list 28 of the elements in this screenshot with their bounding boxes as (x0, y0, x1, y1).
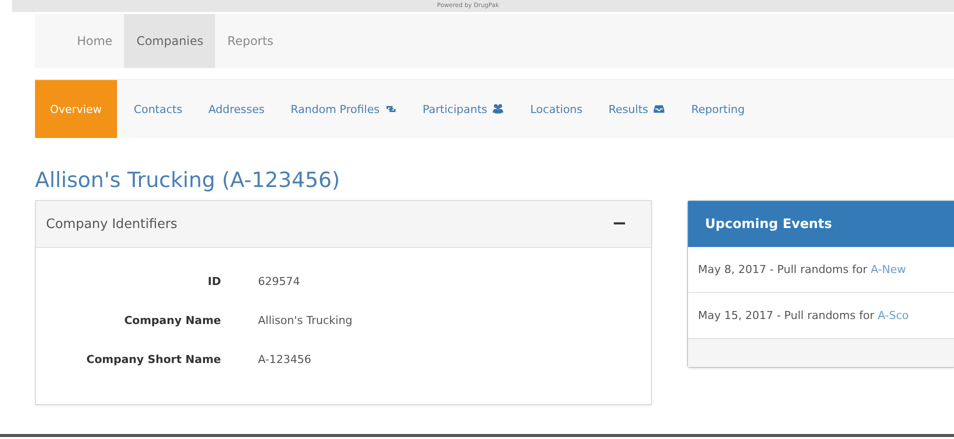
users-icon (492, 103, 504, 115)
field-label: Company Name (123, 314, 221, 327)
retweet-icon (384, 103, 397, 115)
field-value: A-123456 (258, 353, 312, 366)
nav-tab[interactable]: Results (596, 80, 678, 138)
nav-tab[interactable]: Contacts (120, 80, 196, 138)
field-value: 629574 (258, 275, 300, 288)
panel-title: Company Identifiers (46, 216, 178, 232)
page-title: Allison's Trucking (A-123456) (35, 167, 341, 194)
field-label: ID (206, 275, 221, 288)
nav-tab[interactable]: Reporting (678, 80, 758, 138)
panel-title: Upcoming Events (705, 216, 832, 232)
nav-tab[interactable]: Reports (215, 14, 286, 68)
field-label: Company Short Name (85, 353, 221, 366)
nav-tab[interactable]: Home (65, 14, 124, 68)
collapse-button[interactable]: − (598, 214, 641, 234)
nav-tab[interactable]: Participants (410, 80, 518, 138)
event-text: May 8, 2017 - Pull randoms for (698, 263, 868, 276)
nav-tab[interactable]: Locations (517, 80, 596, 138)
event-link[interactable]: A-Sco (878, 309, 909, 322)
event-link[interactable]: A-New (870, 263, 906, 276)
nav-tab[interactable]: Addresses (195, 80, 278, 138)
event-text: May 15, 2017 - Pull randoms for (698, 309, 876, 322)
nav-tab[interactable]: Companies (124, 14, 216, 68)
nav-tab[interactable]: Overview (35, 80, 117, 138)
field-value: Allison's Trucking (258, 314, 352, 327)
nav-tab[interactable]: Random Profiles (278, 80, 410, 138)
inbox-icon (653, 103, 666, 115)
